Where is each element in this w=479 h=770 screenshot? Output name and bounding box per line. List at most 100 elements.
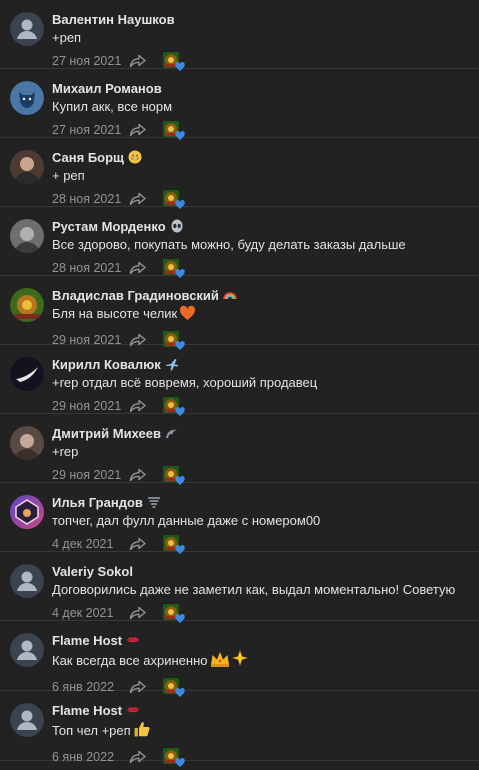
user-photo-avatar[interactable] bbox=[10, 219, 44, 253]
comment-item: Дмитрий Михеев +rep 29 ноя 2021 bbox=[0, 414, 479, 485]
share-icon[interactable] bbox=[129, 468, 147, 482]
user-photo-avatar[interactable] bbox=[10, 288, 44, 322]
user-photo-avatar[interactable] bbox=[10, 150, 44, 184]
author-name[interactable]: Дмитрий Михеев bbox=[52, 426, 161, 441]
user-photo-avatar[interactable] bbox=[10, 495, 44, 529]
comment-item: Михаил Романов Купил акк, все норм 27 ноя … bbox=[0, 69, 479, 140]
comment-feed: Валентин Наушков +реп 27 ноя 2021 Михаил Ро… bbox=[0, 0, 479, 767]
comment-item: Саня Борщ + реп 28 ноя 2021 bbox=[0, 138, 479, 209]
comment-text: +реп bbox=[52, 30, 82, 45]
share-icon[interactable] bbox=[129, 261, 147, 275]
reaction-button[interactable] bbox=[163, 121, 189, 140]
comment-date[interactable]: 27 ноя 2021 bbox=[52, 123, 129, 137]
comment-text-row: Как всегда все ахриненно bbox=[52, 650, 469, 673]
author-name[interactable]: Кирилл Ковалюк bbox=[52, 357, 161, 372]
comment-meta: 28 ноя 2021 bbox=[52, 190, 469, 209]
reaction-button[interactable] bbox=[163, 397, 189, 416]
comment-meta: 6 янв 2022 bbox=[52, 748, 469, 767]
comment-text-row: Бля на высоте челик bbox=[52, 305, 469, 326]
comment-item: Кирилл Ковалюк +rep отдал всё вовремя, хо… bbox=[0, 345, 479, 416]
share-icon[interactable] bbox=[129, 606, 147, 620]
comment-author[interactable]: Владислав Градиновский bbox=[52, 288, 469, 305]
default-user-avatar[interactable] bbox=[10, 564, 44, 598]
crown-sparkle-icon bbox=[210, 650, 250, 673]
comment-text-row: +rep bbox=[52, 443, 469, 461]
share-icon[interactable] bbox=[129, 399, 147, 413]
comment-text: Договорились даже не заметил как, выдал … bbox=[52, 582, 456, 597]
reaction-button[interactable] bbox=[163, 748, 189, 767]
heart-icon bbox=[175, 474, 185, 485]
comment-date[interactable]: 4 дек 2021 bbox=[52, 606, 129, 620]
orange-heart-icon bbox=[179, 305, 196, 326]
thumbs-up-icon bbox=[133, 720, 151, 743]
airplane-icon bbox=[165, 357, 179, 371]
default-user-avatar[interactable] bbox=[10, 633, 44, 667]
comment-text-row: +rep отдал всё вовремя, хороший продавец bbox=[52, 374, 469, 392]
comment-item: Flame Host Топ чел +реп 6 янв 2022 bbox=[0, 691, 479, 767]
comment-text-row: Топ чел +реп bbox=[52, 720, 469, 743]
author-name[interactable]: Илья Грандов bbox=[52, 495, 143, 510]
author-name[interactable]: Саня Борщ bbox=[52, 150, 124, 165]
reaction-button[interactable] bbox=[163, 190, 189, 209]
author-name[interactable]: Валентин Наушков bbox=[52, 12, 175, 27]
comment-author[interactable]: Flame Host bbox=[52, 633, 469, 650]
reaction-button[interactable] bbox=[163, 466, 189, 485]
comment-meta: 28 ноя 2021 bbox=[52, 259, 469, 278]
lips-icon bbox=[126, 633, 140, 647]
alien-icon bbox=[170, 219, 184, 233]
comment-text-row: + реп bbox=[52, 167, 469, 185]
reaction-button[interactable] bbox=[163, 259, 189, 278]
reaction-button[interactable] bbox=[163, 535, 189, 554]
reaction-button[interactable] bbox=[163, 52, 189, 71]
comment-author[interactable]: Илья Грандов bbox=[52, 495, 469, 512]
comment-author[interactable]: Валентин Наушков bbox=[52, 12, 469, 29]
comment-text-row: Все здорово, покупать можно, буду делать… bbox=[52, 236, 469, 254]
comment-text: + реп bbox=[52, 168, 85, 183]
heart-icon bbox=[175, 60, 185, 71]
comment-date[interactable]: 4 дек 2021 bbox=[52, 537, 129, 551]
author-name[interactable]: Valeriy Sokol bbox=[52, 564, 133, 579]
comment-author[interactable]: Flame Host bbox=[52, 703, 469, 720]
default-user-avatar[interactable] bbox=[10, 12, 44, 46]
user-photo-avatar[interactable] bbox=[10, 426, 44, 460]
heart-icon bbox=[175, 198, 185, 209]
comment-meta: 27 ноя 2021 bbox=[52, 52, 469, 71]
vk-dog-avatar[interactable] bbox=[10, 81, 44, 115]
comment-author[interactable]: Дмитрий Михеев bbox=[52, 426, 469, 443]
share-icon[interactable] bbox=[129, 123, 147, 137]
share-icon[interactable] bbox=[129, 750, 147, 764]
heart-icon bbox=[175, 267, 185, 278]
reaction-button[interactable] bbox=[163, 604, 189, 623]
default-user-avatar[interactable] bbox=[10, 703, 44, 737]
author-name[interactable]: Flame Host bbox=[52, 633, 122, 648]
tornado-icon bbox=[147, 495, 161, 509]
comment-author[interactable]: Кирилл Ковалюк bbox=[52, 357, 469, 374]
comment-author[interactable]: Саня Борщ bbox=[52, 150, 469, 167]
comment-date[interactable]: 29 ноя 2021 bbox=[52, 399, 129, 413]
author-name[interactable]: Владислав Градиновский bbox=[52, 288, 219, 303]
author-name[interactable]: Михаил Романов bbox=[52, 81, 162, 96]
comment-author[interactable]: Михаил Романов bbox=[52, 81, 469, 98]
comment-date[interactable]: 28 ноя 2021 bbox=[52, 192, 129, 206]
lips-icon bbox=[126, 703, 140, 717]
share-icon[interactable] bbox=[129, 537, 147, 551]
comment-author[interactable]: Valeriy Sokol bbox=[52, 564, 469, 581]
comment-author[interactable]: Рустам Морденко bbox=[52, 219, 469, 236]
share-icon[interactable] bbox=[129, 54, 147, 68]
comment-item: Valeriy Sokol Договорились даже не замети… bbox=[0, 552, 479, 623]
comment-date[interactable]: 29 ноя 2021 bbox=[52, 468, 129, 482]
share-icon[interactable] bbox=[129, 192, 147, 206]
comment-text: Бля на высоте челик bbox=[52, 306, 178, 321]
comment-date[interactable]: 28 ноя 2021 bbox=[52, 261, 129, 275]
comment-meta: 4 дек 2021 bbox=[52, 535, 469, 554]
comment-text: Топ чел +реп bbox=[52, 723, 131, 738]
comment-date[interactable]: 27 ноя 2021 bbox=[52, 54, 129, 68]
author-name[interactable]: Рустам Морденко bbox=[52, 219, 166, 234]
comment-text-row: Купил акк, все норм bbox=[52, 98, 469, 116]
heart-icon bbox=[175, 405, 185, 416]
author-name[interactable]: Flame Host bbox=[52, 703, 122, 718]
comment-date[interactable]: 6 янв 2022 bbox=[52, 750, 129, 764]
comment-text: +rep отдал всё вовремя, хороший продавец bbox=[52, 375, 318, 390]
user-photo-avatar[interactable] bbox=[10, 357, 44, 391]
rainbow-icon bbox=[223, 288, 237, 302]
